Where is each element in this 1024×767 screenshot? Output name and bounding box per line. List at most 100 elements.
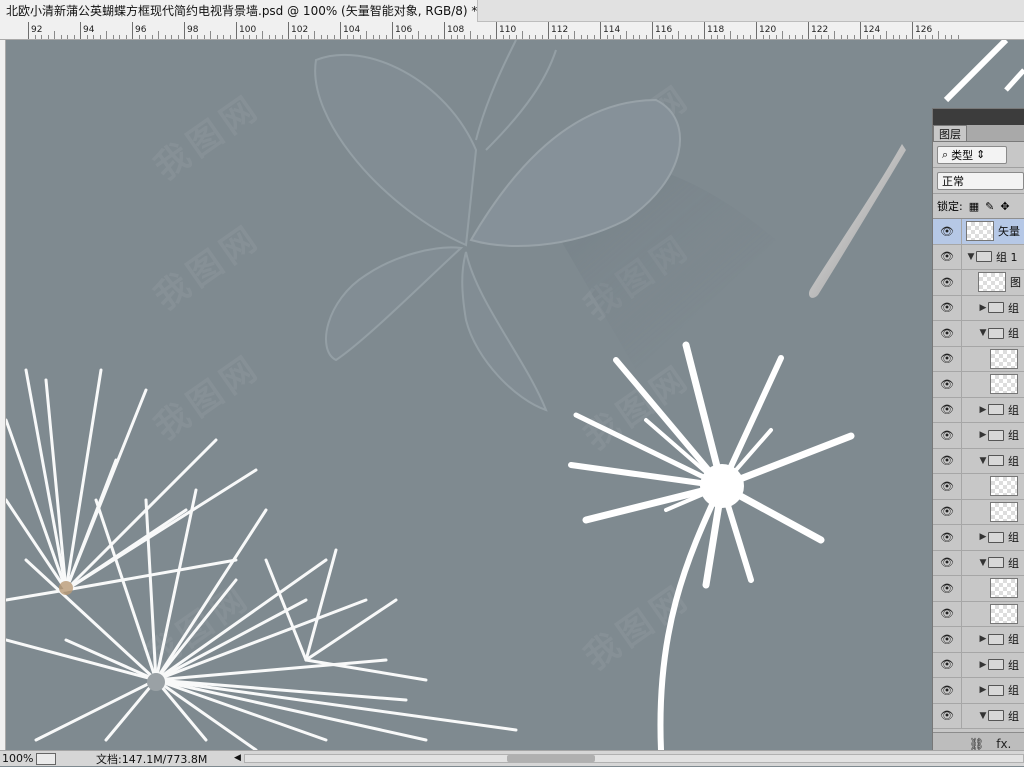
- layer-name[interactable]: 组: [1008, 427, 1019, 443]
- visibility-eye-icon[interactable]: 👁: [933, 703, 962, 728]
- layer-name[interactable]: 组: [1008, 300, 1019, 316]
- ruler-minor-tick: [658, 35, 660, 39]
- lock-label: 锁定:: [937, 200, 963, 213]
- panel-header[interactable]: [933, 109, 1024, 125]
- layer-row[interactable]: 👁 ▶ 组: [933, 423, 1024, 449]
- visibility-eye-icon[interactable]: 👁: [933, 576, 962, 601]
- visibility-eye-icon[interactable]: 👁: [933, 627, 962, 652]
- layer-row[interactable]: 👁 ▶ 组: [933, 525, 1024, 551]
- expand-right-icon[interactable]: ▶: [978, 532, 988, 542]
- dandelion-large: [6, 368, 518, 750]
- layer-row[interactable]: 👁: [933, 474, 1024, 500]
- layer-row[interactable]: 👁 ▶ 组: [933, 295, 1024, 321]
- zoom-level[interactable]: 100%: [0, 752, 36, 765]
- layer-name[interactable]: 组: [1008, 657, 1019, 673]
- layer-row[interactable]: 👁 矢量: [933, 219, 1024, 245]
- document-canvas[interactable]: 我图网 我图网 我图网 我图网 我图网 我图网 我图网 我图网: [6, 40, 1024, 750]
- tab-layers[interactable]: 图层: [933, 125, 967, 141]
- blend-mode-select[interactable]: 正常: [937, 171, 1024, 190]
- expand-right-icon[interactable]: ▶: [978, 660, 988, 670]
- fx-icon[interactable]: fx.: [996, 737, 1011, 751]
- ruler-major-tick: [392, 22, 393, 39]
- visibility-eye-icon[interactable]: 👁: [933, 295, 962, 320]
- layer-row[interactable]: 👁 ▼ 组: [933, 550, 1024, 576]
- ruler-label: 108: [447, 25, 465, 35]
- layer-name[interactable]: 图: [1010, 274, 1021, 290]
- ruler-minor-tick: [457, 35, 458, 39]
- proof-icon[interactable]: [36, 752, 56, 765]
- visibility-eye-icon[interactable]: 👁: [933, 423, 962, 448]
- document-tab[interactable]: 北欧小清新蒲公英蝴蝶方框现代简约电视背景墙.psd @ 100% (矢量智能对象…: [0, 0, 479, 22]
- expand-right-icon[interactable]: ▶: [978, 634, 988, 644]
- visibility-eye-icon[interactable]: 👁: [933, 474, 962, 499]
- layer-row[interactable]: 👁 ▼ 组: [933, 448, 1024, 474]
- lock-transparency-icon[interactable]: ▦: [969, 200, 979, 213]
- layer-name[interactable]: 组: [1008, 529, 1019, 545]
- layer-row[interactable]: 👁 ▼ 组: [933, 321, 1024, 347]
- layer-row[interactable]: 👁 ▶ 组: [933, 627, 1024, 653]
- doc-size: 文档:147.1M/773.8M: [96, 752, 208, 766]
- expand-down-icon[interactable]: ▼: [966, 252, 976, 262]
- layer-row[interactable]: 👁: [933, 576, 1024, 602]
- visibility-eye-icon[interactable]: 👁: [933, 652, 962, 677]
- layer-row[interactable]: 👁 ▼ 组 1: [933, 244, 1024, 270]
- layer-name[interactable]: 组 1: [996, 249, 1018, 265]
- lock-pixels-icon[interactable]: ✎: [985, 200, 994, 213]
- visibility-eye-icon[interactable]: 👁: [933, 346, 962, 371]
- expand-right-icon[interactable]: ▶: [978, 685, 988, 695]
- layer-row[interactable]: 👁: [933, 601, 1024, 627]
- visibility-eye-icon[interactable]: 👁: [933, 601, 962, 626]
- scrollbar-thumb[interactable]: [507, 755, 595, 762]
- layer-row[interactable]: 👁: [933, 346, 1024, 372]
- expand-down-icon[interactable]: ▼: [978, 711, 988, 721]
- layer-name[interactable]: 矢量: [998, 223, 1020, 239]
- scroll-left-icon[interactable]: ◀: [234, 753, 241, 763]
- expand-right-icon[interactable]: ▶: [978, 303, 988, 313]
- ruler-minor-tick: [892, 35, 894, 39]
- layer-name[interactable]: 组: [1008, 555, 1019, 571]
- visibility-eye-icon[interactable]: 👁: [933, 397, 962, 422]
- visibility-eye-icon[interactable]: 👁: [933, 499, 962, 524]
- layer-row[interactable]: 👁 ▶ 组: [933, 678, 1024, 704]
- layer-name[interactable]: 组: [1008, 708, 1019, 724]
- expand-down-icon[interactable]: ▼: [978, 456, 988, 466]
- visibility-eye-icon[interactable]: 👁: [933, 270, 962, 295]
- visibility-eye-icon[interactable]: 👁: [933, 244, 962, 269]
- horizontal-scrollbar[interactable]: [244, 754, 1024, 763]
- lock-position-icon[interactable]: ✥: [1000, 200, 1009, 213]
- layer-name[interactable]: 组: [1008, 402, 1019, 418]
- layer-row[interactable]: 👁 图: [933, 270, 1024, 296]
- ruler-minor-tick: [827, 35, 829, 39]
- layer-name[interactable]: 组: [1008, 682, 1019, 698]
- ruler-minor-tick: [847, 35, 848, 39]
- layer-row[interactable]: 👁: [933, 499, 1024, 525]
- layer-row[interactable]: 👁 ▶ 组: [933, 652, 1024, 678]
- layer-name[interactable]: 组: [1008, 631, 1019, 647]
- visibility-eye-icon[interactable]: 👁: [933, 550, 962, 575]
- layer-name[interactable]: 组: [1008, 325, 1019, 341]
- ruler-minor-tick: [632, 35, 634, 39]
- ruler-minor-tick: [879, 35, 881, 39]
- expand-down-icon[interactable]: ▼: [978, 328, 988, 338]
- visibility-eye-icon[interactable]: 👁: [933, 372, 962, 397]
- expand-right-icon[interactable]: ▶: [978, 430, 988, 440]
- layer-name[interactable]: 组: [1008, 453, 1019, 469]
- layer-row[interactable]: 👁 ▶ 组: [933, 397, 1024, 423]
- visibility-eye-icon[interactable]: 👁: [933, 321, 962, 346]
- ruler-minor-tick: [710, 35, 712, 39]
- layer-row[interactable]: 👁 ▼ 组: [933, 703, 1024, 729]
- document-tab-title: 北欧小清新蒲公英蝴蝶方框现代简约电视背景墙.psd @ 100% (矢量智能对象…: [6, 4, 478, 18]
- layer-filter-select[interactable]: ⌕ 类型 ⇕: [937, 145, 1007, 164]
- visibility-eye-icon[interactable]: 👁: [933, 448, 962, 473]
- layer-row[interactable]: 👁: [933, 372, 1024, 398]
- ruler-label: 118: [707, 25, 725, 35]
- visibility-eye-icon[interactable]: 👁: [933, 678, 962, 703]
- visibility-eye-icon[interactable]: 👁: [933, 219, 962, 244]
- visibility-eye-icon[interactable]: 👁: [933, 525, 962, 550]
- expand-down-icon[interactable]: ▼: [978, 558, 988, 568]
- ruler-minor-tick: [171, 35, 172, 39]
- link-icon[interactable]: ⛓: [969, 737, 984, 751]
- horizontal-ruler[interactable]: 92 94 96 98 100 102 104 106 108 110 112 114 116 118 12…: [0, 22, 1024, 40]
- ruler-major-tick: [756, 22, 757, 39]
- expand-right-icon[interactable]: ▶: [978, 405, 988, 415]
